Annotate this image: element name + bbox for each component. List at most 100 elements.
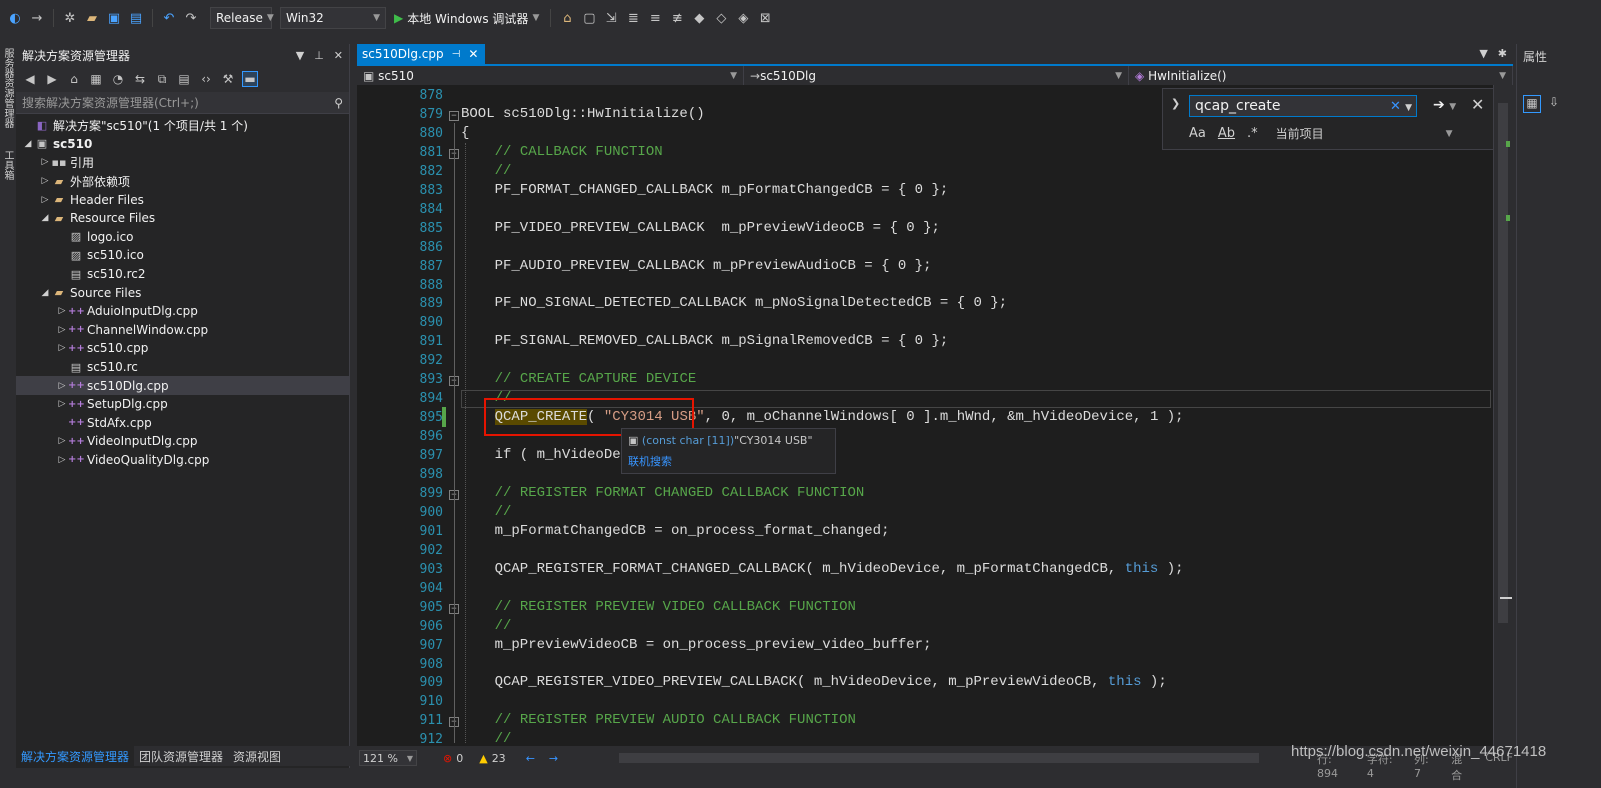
collapsed-icon[interactable]: ▷: [56, 381, 68, 391]
tree-item[interactable]: ◢ ▰ Source Files: [16, 283, 349, 302]
redo-icon[interactable]: ↷: [182, 9, 200, 27]
open-file-icon[interactable]: ▰: [83, 9, 101, 27]
alphabetical-icon[interactable]: ⇩: [1545, 95, 1563, 113]
tree-item[interactable]: ◧ 解决方案"sc510"(1 个项目/共 1 个): [16, 116, 349, 135]
save-all-icon[interactable]: ▤: [127, 9, 145, 27]
next-bookmark-icon[interactable]: ◈: [734, 9, 752, 27]
format-icon[interactable]: ≣: [624, 9, 642, 27]
match-case-icon[interactable]: Aa: [1189, 126, 1206, 141]
pending-changes-icon[interactable]: ◔: [110, 72, 126, 86]
browse-icon[interactable]: ⌂: [558, 9, 576, 27]
tree-item[interactable]: ▨ logo.ico: [16, 228, 349, 247]
forward-icon[interactable]: →: [28, 9, 46, 27]
switch-views-icon[interactable]: ▦: [88, 72, 104, 86]
collapse-all-icon[interactable]: ⧉: [154, 72, 170, 87]
back-icon[interactable]: ◐: [6, 9, 24, 27]
tree-item[interactable]: ▷ ▰ 外部依赖项: [16, 172, 349, 191]
close-tab-icon[interactable]: ✕: [468, 47, 478, 61]
collapsed-icon[interactable]: ▷: [39, 157, 51, 167]
tree-item[interactable]: ▷ ++ AduioInputDlg.cpp: [16, 302, 349, 321]
tab-sc510dlg-cpp[interactable]: sc510Dlg.cpp ⊣ ✕: [357, 44, 485, 64]
view-code-icon[interactable]: ‹›: [198, 72, 214, 86]
tree-item[interactable]: ◢ ▰ Resource Files: [16, 209, 349, 228]
find-scope[interactable]: 当前项目: [1276, 125, 1324, 142]
properties-title[interactable]: 属性: [1517, 44, 1601, 69]
next-issue-icon[interactable]: →: [549, 752, 558, 765]
platform-combo[interactable]: Win32 ▼: [280, 7, 386, 29]
collapsed-icon[interactable]: ▷: [56, 399, 68, 409]
pin-icon[interactable]: ⊣: [452, 49, 461, 60]
collapsed-icon[interactable]: ▷: [39, 195, 51, 205]
close-find-icon[interactable]: ✕: [1471, 95, 1484, 114]
expanded-icon[interactable]: ◢: [39, 288, 51, 298]
tree-item[interactable]: ▷ ++ SetupDlg.cpp: [16, 395, 349, 414]
window-menu-icon[interactable]: ▼: [296, 49, 304, 62]
regex-icon[interactable]: .*: [1247, 126, 1258, 141]
warnings-indicator[interactable]: ▲ 23: [479, 752, 505, 765]
errors-indicator[interactable]: ⊗ 0: [443, 752, 463, 765]
tree-item[interactable]: ▷ ++ sc510Dlg.cpp: [16, 376, 349, 395]
tree-item[interactable]: ▷ ++ VideoInputDlg.cpp: [16, 432, 349, 451]
tab-solution-explorer[interactable]: 解决方案资源管理器: [16, 746, 135, 766]
tree-item[interactable]: ++ StdAfx.cpp: [16, 414, 349, 433]
tab-dropdown-icon[interactable]: ▼: [1479, 47, 1487, 60]
home-icon[interactable]: ⌂: [66, 72, 82, 86]
preview-selected-icon[interactable]: ▬: [242, 71, 258, 87]
code-editor[interactable]: 878 879 880 881 882 883 884 885 886 887 888 889 890 8…: [357, 85, 1493, 746]
toolbox-tab[interactable]: 工具箱: [0, 146, 15, 184]
tree-item[interactable]: ▷ ++ ChannelWindow.cpp: [16, 321, 349, 340]
whole-word-icon[interactable]: Ab: [1218, 126, 1235, 141]
step-icon[interactable]: ⇲: [602, 9, 620, 27]
server-explorer-tab[interactable]: 服务器资源管理器: [0, 44, 15, 132]
collapsed-icon[interactable]: ▷: [56, 436, 68, 446]
tree-item[interactable]: ▷ ▰ Header Files: [16, 190, 349, 209]
clear-bookmarks-icon[interactable]: ⊠: [756, 9, 774, 27]
categorized-icon[interactable]: ▦: [1523, 95, 1541, 113]
tree-item[interactable]: ◢ ▣ sc510: [16, 135, 349, 154]
save-icon[interactable]: ▣: [105, 9, 123, 27]
find-next-icon[interactable]: ➔ ▼: [1433, 97, 1456, 113]
back-icon[interactable]: ◀: [22, 72, 38, 86]
tree-item[interactable]: ▷ ++ VideoQualityDlg.cpp: [16, 451, 349, 470]
properties-wrench-icon[interactable]: ⚒: [220, 72, 236, 86]
tree-item[interactable]: ▷ ▪▪ 引用: [16, 153, 349, 172]
online-search-link[interactable]: 联机搜索: [628, 453, 829, 469]
tree-item[interactable]: ▨ sc510.ico: [16, 246, 349, 265]
uncomment-icon[interactable]: ≢: [668, 9, 686, 27]
clear-search-icon[interactable]: ✕ ▼: [1390, 99, 1412, 114]
search-icon[interactable]: ⚲: [334, 96, 343, 110]
toggle-replace-icon[interactable]: ❯: [1171, 97, 1180, 110]
screenshot-icon[interactable]: ▢: [580, 9, 598, 27]
comment-icon[interactable]: ≡: [646, 9, 664, 27]
member-combo[interactable]: ◈ HwInitialize() ▼: [1129, 66, 1513, 85]
tree-item[interactable]: ▤ sc510.rc: [16, 358, 349, 377]
expanded-icon[interactable]: ◢: [22, 139, 34, 149]
tree-item[interactable]: ▤ sc510.rc2: [16, 265, 349, 284]
tree-item[interactable]: ▷ ++ sc510.cpp: [16, 339, 349, 358]
settings-gear-icon[interactable]: ✱: [1498, 47, 1507, 60]
expanded-icon[interactable]: ◢: [39, 213, 51, 223]
forward-icon[interactable]: ▶: [44, 72, 60, 86]
show-all-files-icon[interactable]: ▤: [176, 72, 192, 86]
pin-icon[interactable]: ⊥: [314, 49, 324, 62]
configuration-combo[interactable]: Release ▼: [210, 7, 274, 29]
vertical-scrollbar[interactable]: [1493, 85, 1513, 746]
collapsed-icon[interactable]: ▷: [56, 325, 68, 335]
horizontal-scrollbar[interactable]: [619, 753, 1259, 763]
collapsed-icon[interactable]: ▷: [56, 455, 68, 465]
chevron-down-icon[interactable]: ▼: [1446, 129, 1453, 139]
collapsed-icon[interactable]: ▷: [56, 306, 68, 316]
prev-bookmark-icon[interactable]: ◇: [712, 9, 730, 27]
project-combo[interactable]: ▣ sc510 ▼: [357, 66, 744, 85]
collapsed-icon[interactable]: ▷: [56, 343, 68, 353]
prev-issue-icon[interactable]: ←: [526, 752, 535, 765]
collapsed-icon[interactable]: ▷: [39, 176, 51, 186]
zoom-combo[interactable]: 121 % ▼: [359, 750, 417, 766]
undo-icon[interactable]: ↶: [160, 9, 178, 27]
class-combo[interactable]: →sc510Dlg ▼: [744, 66, 1129, 85]
tab-team-explorer[interactable]: 团队资源管理器: [134, 746, 228, 766]
fold-toggle-icon[interactable]: −: [449, 110, 459, 121]
tab-resource-view[interactable]: 资源视图: [228, 746, 286, 766]
find-input[interactable]: qcap_create ✕ ▼: [1189, 95, 1417, 117]
new-project-icon[interactable]: ✲: [61, 9, 79, 27]
